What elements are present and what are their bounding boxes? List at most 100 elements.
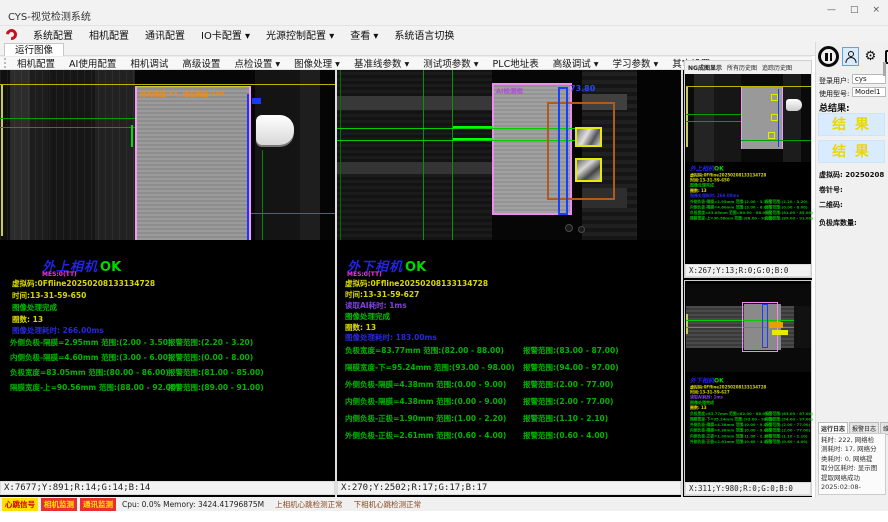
- ai-time-line: 读取AI耗时: 1ms: [345, 300, 407, 311]
- separator-roller: [786, 99, 802, 111]
- history-info-lower: 外下相机OK 虚拟码:0Ffline20250208133134728 时间:1…: [690, 377, 820, 445]
- menu-language-switch[interactable]: 系统语言切换: [386, 27, 462, 42]
- tool-plc-address[interactable]: PLC地址表: [486, 56, 546, 70]
- tool-spot-check[interactable]: 点检设置 ▾: [227, 56, 287, 70]
- tool-test-params[interactable]: 测试项参数 ▾: [416, 56, 485, 70]
- tab-ng-image[interactable]: NG成图显示: [688, 63, 722, 72]
- yellow-reference-line: [0, 84, 335, 85]
- yellow-edge-line: [686, 314, 688, 334]
- time-line: 时间:13-31-59-650: [12, 290, 86, 301]
- yellow-marker-box: [768, 132, 775, 139]
- measure-row: 内侧负极-隔膜=4.60mm 范围:(3.00 - 6.00)报警范围:(0.0…: [10, 352, 335, 363]
- bolt: [578, 226, 585, 233]
- menu-comm-config[interactable]: 通讯配置: [137, 27, 193, 42]
- pin-number-label: 卷针号:: [819, 185, 843, 195]
- toolbar-grip[interactable]: [4, 58, 6, 68]
- measure-row: 隔膜宽度-下=95.24mm 范围:(93.00 - 98.00)报警范围:(9…: [345, 362, 679, 373]
- login-user-label: 登录用户:: [819, 76, 849, 86]
- status-bar: 心跳信号 相机监测 通讯监测 Cpu: 0.0% Memory: 3424.41…: [0, 497, 888, 511]
- menu-camera-config[interactable]: 相机配置: [81, 27, 137, 42]
- tool-advanced-debug[interactable]: 高级调试 ▾: [546, 56, 606, 70]
- log-text-area[interactable]: 耗时: 222, 网络检测耗时: 17, 网络分类耗时: 0, 网络提取分区耗时…: [818, 433, 886, 495]
- anode-count-label: 负极库数量:: [819, 218, 857, 228]
- pause-button[interactable]: [818, 46, 839, 67]
- tool-camera-config[interactable]: 相机配置: [10, 56, 62, 70]
- blue-measure-line: [778, 89, 779, 147]
- machine-band: [694, 74, 714, 162]
- result-box-upper: 结 果: [818, 113, 885, 136]
- history-image-upper[interactable]: [686, 74, 811, 162]
- result-ok: OK: [405, 260, 426, 275]
- yellow-tab-box: [575, 158, 602, 182]
- edge-highlight-line: [1, 84, 3, 236]
- barcode-line: 虚拟码:0Ffline20250208133134728: [345, 278, 488, 289]
- green-vertical-line: [262, 150, 263, 240]
- mes-line: MES:0(TT): [42, 271, 77, 278]
- tool-baseline-params[interactable]: 基准线参数 ▾: [347, 56, 416, 70]
- camera-status-badge: 相机监测: [41, 498, 77, 511]
- measure-row: 负极宽度=83.77mm 范围:(82.00 - 88.00)报警范围:(83.…: [345, 345, 679, 356]
- machine-band: [337, 96, 492, 110]
- tab-all-history[interactable]: 所有历史图: [727, 63, 757, 72]
- user-button[interactable]: [842, 47, 859, 66]
- machine-band: [320, 70, 335, 240]
- threshold-overlay-text: 好的阈值:93, 动态阈值:100: [140, 88, 225, 98]
- tab-run-image[interactable]: 运行图像: [4, 43, 64, 56]
- tool-image-processing[interactable]: 图像处理 ▾: [287, 56, 347, 70]
- blue-measure-line: [247, 94, 249, 240]
- blue-measure-box: [762, 304, 768, 348]
- menu-light-config[interactable]: 光源控制配置 ▾: [258, 27, 342, 42]
- edge-highlight-line: [686, 87, 688, 147]
- history-panel-lower: 外下相机OK 虚拟码:0Ffline20250208133134728 时间:1…: [684, 280, 812, 496]
- measure-row: 负极宽度=83.05mm 范围:(80.00 - 86.00)报警范围:(81.…: [10, 367, 335, 378]
- measure-row: 外侧负极-正极=2.61mm 范围:(0.60 - 4.00)报警范围:(0.6…: [345, 430, 679, 441]
- green-vertical-line: [340, 70, 341, 240]
- close-button[interactable]: ×: [872, 5, 880, 15]
- heartbeat-status-badge: 心跳信号: [2, 498, 38, 511]
- tool-camera-debug[interactable]: 相机调试: [123, 56, 175, 70]
- tab-strip: 运行图像: [0, 42, 888, 56]
- control-buttons: ⚙ →: [818, 46, 888, 67]
- yellow-marker: [772, 330, 788, 335]
- green-measure-line: [686, 121, 741, 122]
- menu-io-config[interactable]: IO卡配置 ▾: [193, 27, 258, 42]
- measure-value-overlay: 73.80: [570, 84, 595, 93]
- menu-view[interactable]: 查看 ▾: [342, 27, 386, 42]
- separator-roller: [256, 115, 294, 145]
- camera-image-lower[interactable]: AI检测框 73.80: [337, 70, 681, 240]
- green-edge-marker: [131, 125, 133, 147]
- menu-system-config[interactable]: 系统配置: [25, 27, 81, 42]
- yellow-tab-box: [575, 127, 602, 147]
- model-value[interactable]: Model1: [852, 87, 886, 97]
- maximize-button[interactable]: □: [850, 5, 859, 15]
- lower-camera-heartbeat-status: 下相机心跳检测正常: [354, 499, 422, 510]
- history-tab-strip: NG成图显示 所有历史图 追踪历史图: [685, 61, 811, 74]
- green-measure-line: [337, 140, 577, 141]
- history-image-lower[interactable]: [686, 284, 811, 372]
- menu-bar: 系统配置 相机配置 通讯配置 IO卡配置 ▾ 光源控制配置 ▾ 查看 ▾ 系统语…: [0, 26, 888, 42]
- tab-trace-history[interactable]: 追踪历史图: [762, 63, 792, 72]
- process-done-line: 图像处理完成: [12, 302, 57, 313]
- machine-band: [337, 162, 492, 174]
- settings-button[interactable]: ⚙: [862, 47, 879, 66]
- green-measure-line: [0, 118, 135, 119]
- log-scrollbar[interactable]: [883, 62, 886, 76]
- login-user-value[interactable]: cys: [852, 74, 886, 84]
- turns-line: 圈数: 13: [12, 314, 43, 325]
- green-bright-segment: [453, 138, 493, 140]
- control-sidebar: ⚙ → 登录用户: cys 使用型号: Model1 总结果: 结 果 结 果 …: [815, 42, 888, 497]
- camera-image-upper[interactable]: 好的阈值:93, 动态阈值:100: [0, 70, 335, 240]
- pixel-coord-bar-upper: X:7677;Y:891;R:14;G:14;B:14: [0, 481, 335, 495]
- minimize-button[interactable]: —: [827, 5, 836, 15]
- tool-learn-params[interactable]: 学习参数 ▾: [606, 56, 666, 70]
- green-bright-segment: [453, 126, 493, 128]
- app-logo-icon: [4, 26, 19, 41]
- elapsed-line: 图像处理耗时: 183.00ms: [345, 332, 437, 343]
- gear-icon: ⚙: [865, 50, 877, 63]
- tool-ai-config[interactable]: AI使用配置: [62, 56, 123, 70]
- title-bar: CYS-视觉检测系统 — □ ×: [0, 0, 888, 26]
- window-controls: — □ ×: [827, 5, 880, 15]
- machine-stripes: [0, 70, 135, 240]
- process-done-line: 图像处理完成: [345, 311, 390, 322]
- tool-advanced-settings[interactable]: 高级设置: [175, 56, 227, 70]
